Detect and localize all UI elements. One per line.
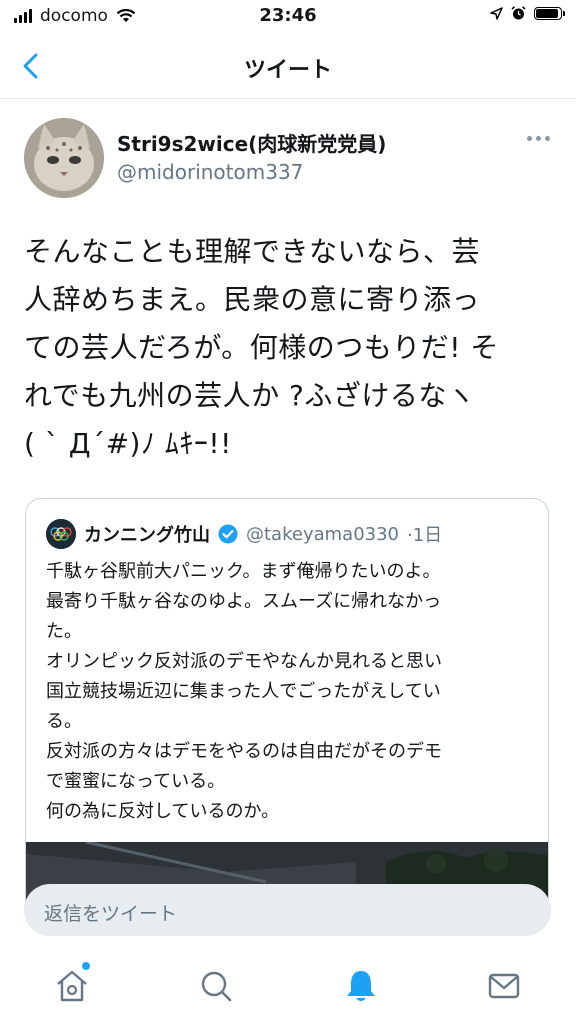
avatar[interactable]: [24, 118, 104, 198]
notifications-icon: [347, 971, 375, 1001]
tweet-line: そんなことも理解できないなら、芸: [24, 235, 481, 268]
tab-home[interactable]: [52, 962, 92, 1006]
quoted-line: オリンピック反対派のデモやなんか見れると思い: [46, 651, 442, 672]
alarm-icon: [511, 6, 526, 20]
verified-badge-icon: [218, 524, 238, 544]
quoted-display-name: カンニング竹山: [84, 525, 210, 546]
tab-notifications[interactable]: [341, 966, 381, 1006]
home-icon: [57, 970, 87, 1002]
quoted-avatar: [46, 519, 76, 549]
tweet-line: ての芸人だろが。何様のつもりだ! そ: [24, 331, 499, 364]
user-handle[interactable]: @midorinotom337: [117, 160, 303, 184]
quoted-line: る。: [46, 711, 82, 732]
page-title: ツイート: [243, 58, 332, 83]
location-arrow-icon: [490, 7, 503, 20]
reply-input[interactable]: 返信をツイート: [24, 884, 551, 936]
tweet-text: そんなことも理解できないなら、芸 人辞めちまえ。民衆の意に寄り添っ ての芸人だろ…: [24, 228, 554, 468]
quoted-tweet-text: 千駄ヶ谷駅前大パニック。まず俺帰りたいのよ。 最寄り千駄ヶ谷なのゆよ。スムーズに…: [46, 557, 536, 827]
quoted-line: た。: [46, 621, 82, 642]
home-notification-dot: [82, 962, 90, 970]
more-options-icon[interactable]: [527, 136, 550, 141]
tweet-line: れでも九州の芸人か ?ふざけるなヽ: [24, 379, 476, 412]
quoted-line: 千駄ヶ谷駅前大パニック。まず俺帰りたいのよ。: [46, 561, 441, 582]
quoted-tweet-card[interactable]: カンニング竹山 @takeyama0330 ·1日 千駄ヶ谷駅前大パニック。まず俺…: [25, 498, 549, 918]
quoted-line: で蜜蜜になっている。: [46, 771, 226, 792]
battery-icon: [534, 7, 565, 20]
quoted-handle: @takeyama0330: [246, 523, 399, 545]
quoted-line: 反対派の方々はデモをやるのは自由だがそのデモ: [46, 741, 442, 762]
quoted-line: 国立競技場近辺に集まった人でごったがえしてい: [46, 681, 441, 702]
cat-avatar-image: [24, 118, 104, 198]
messages-icon: [488, 973, 520, 999]
quoted-line: 何の為に反対しているのか。: [46, 801, 280, 822]
reply-placeholder: 返信をツイート: [44, 903, 178, 925]
search-icon: [201, 971, 232, 1002]
status-right: [490, 6, 565, 21]
tweet-line: 人辞めちまえ。民衆の意に寄り添っ: [24, 283, 481, 316]
quoted-line: 最寄り千駄ヶ谷なのゆよ。スムーズに帰れなかっ: [46, 591, 442, 612]
display-name[interactable]: Stri9s2wice(肉球新党党員): [117, 128, 386, 157]
quoted-tweet-header: カンニング竹山 @takeyama0330 ·1日: [46, 519, 442, 549]
tab-search[interactable]: [196, 966, 236, 1006]
tab-messages[interactable]: [484, 966, 524, 1006]
quoted-time: ·1日: [407, 525, 443, 546]
tweet-line: ( ` Д´#)ﾉ ﾑｷｰ!!: [24, 427, 232, 460]
tab-bar: [0, 950, 576, 1024]
nav-bar: ツイート: [0, 34, 576, 99]
status-bar: docomo 23:46: [0, 0, 576, 34]
olympic-rings-avatar-image: [46, 519, 76, 549]
